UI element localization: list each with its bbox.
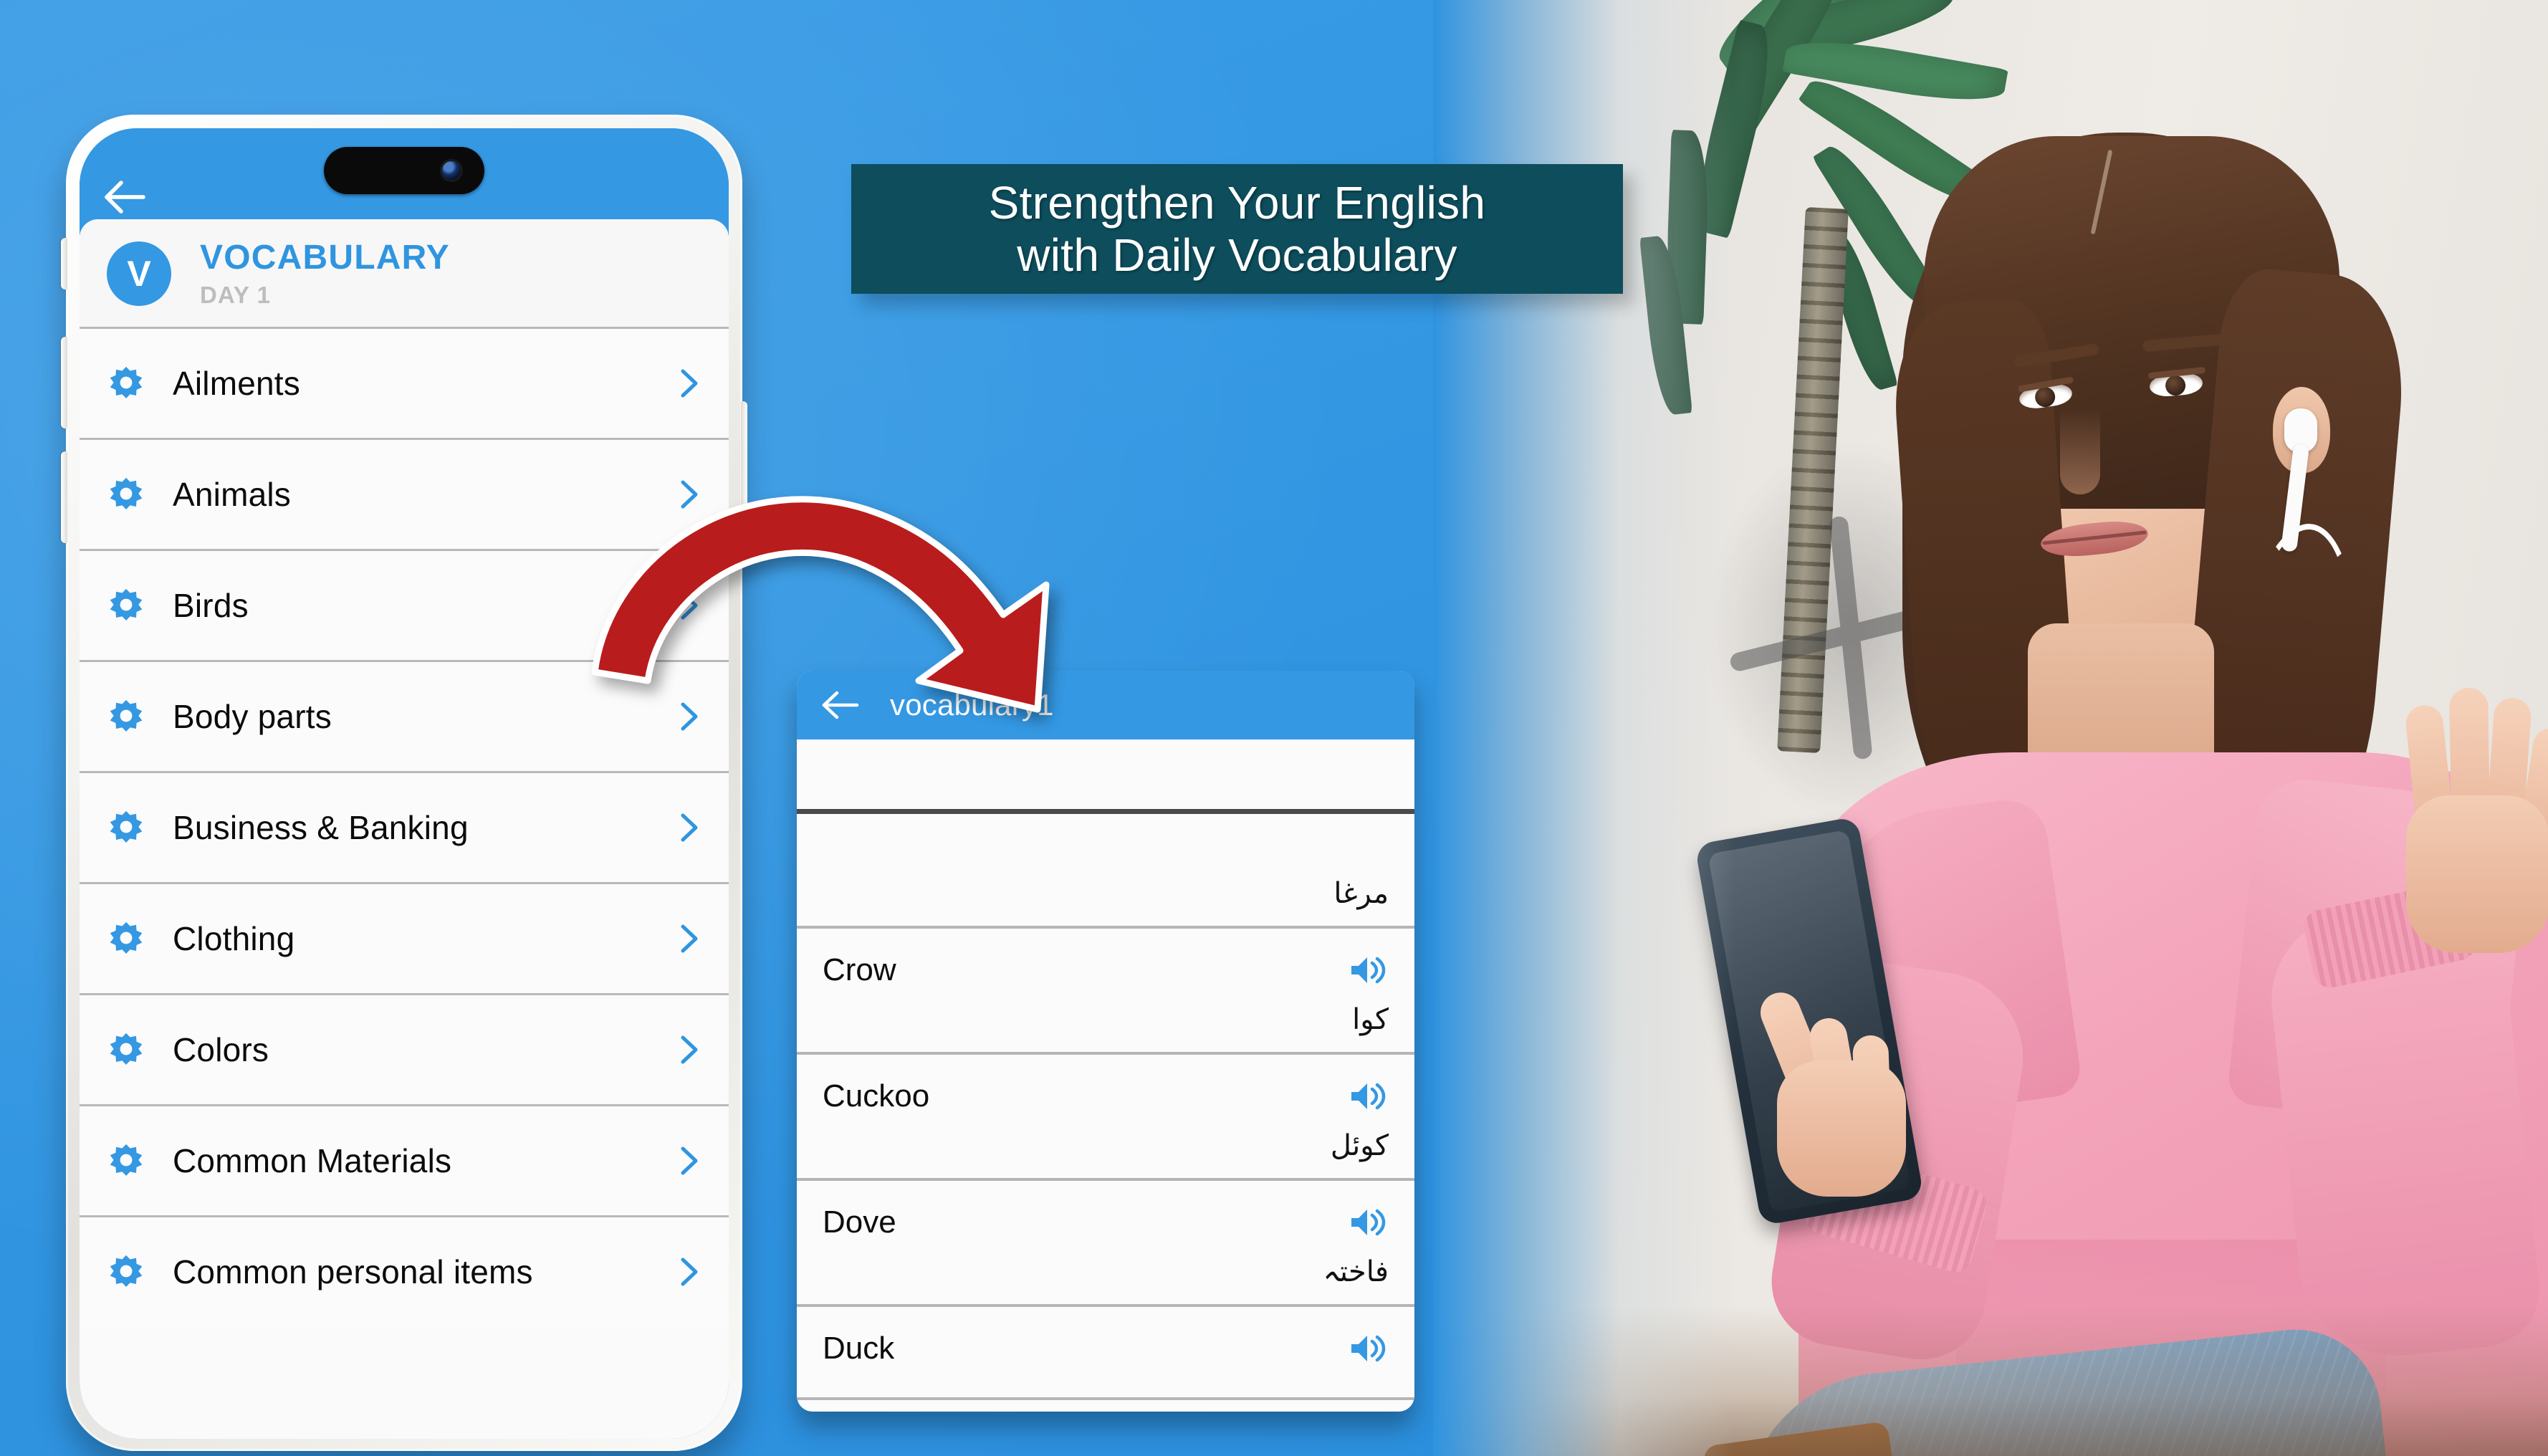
category-label: Animals: [173, 476, 292, 513]
speaker-icon[interactable]: [1349, 1079, 1389, 1113]
person: [1694, 122, 2548, 1456]
category-label: Common Materials: [173, 1142, 452, 1179]
detail-screen-card: vocabulary1 مرغا Crow کوا Cuckoo کوئل Dove فاخ…: [797, 671, 1414, 1412]
word-row[interactable]: مرغا: [797, 814, 1414, 929]
silent-switch-button[interactable]: [61, 238, 67, 289]
word-urdu: فاختہ: [1323, 1255, 1389, 1288]
word-english: Dove: [823, 1204, 896, 1240]
category-row[interactable]: Ailments: [80, 327, 729, 438]
app-content-card: V VOCABULARY DAY 1 Ailments Animals Birds B…: [80, 219, 729, 1439]
detail-divider: [797, 809, 1414, 814]
page-title: VOCABULARY: [200, 239, 450, 277]
category-label: Body parts: [173, 698, 332, 735]
gear-icon: [110, 1255, 143, 1288]
front-camera-icon: [440, 159, 463, 182]
gear-icon: [110, 478, 143, 511]
word-row-top: Crow: [823, 950, 1389, 990]
volume-up-button[interactable]: [61, 337, 67, 428]
dynamic-island: [324, 147, 484, 194]
promo-stage: Strengthen Your English with Daily Vocab…: [0, 0, 2548, 1456]
headline-banner: Strengthen Your English with Daily Vocab…: [851, 164, 1623, 294]
word-row-top: [823, 824, 1389, 864]
word-row[interactable]: Cuckoo کوئل: [797, 1055, 1414, 1181]
chevron-right-icon[interactable]: [677, 590, 701, 621]
back-arrow-icon[interactable]: [103, 180, 146, 214]
category-row[interactable]: Business & Banking: [80, 771, 729, 882]
chevron-right-icon[interactable]: [677, 479, 701, 510]
word-row[interactable]: Duck: [797, 1307, 1414, 1400]
gear-icon: [110, 700, 143, 733]
page-subtitle: DAY 1: [200, 282, 272, 308]
word-urdu: مرغا: [1333, 877, 1389, 910]
speaker-icon[interactable]: [1349, 1205, 1389, 1240]
detail-app-bar: vocabulary1: [797, 671, 1414, 739]
gear-icon: [110, 367, 143, 400]
chevron-right-icon[interactable]: [677, 1034, 701, 1065]
word-english: Crow: [823, 952, 896, 987]
phone-screen: V VOCABULARY DAY 1 Ailments Animals Birds B…: [80, 128, 729, 1439]
category-row[interactable]: Common Materials: [80, 1104, 729, 1215]
category-label: Clothing: [173, 920, 295, 957]
word-row-top: Duck: [823, 1328, 1389, 1369]
speaker-icon[interactable]: [1349, 953, 1389, 987]
category-label: Birds: [173, 587, 249, 624]
word-urdu: کوئل: [1330, 1129, 1389, 1162]
app-header: V VOCABULARY DAY 1: [80, 219, 729, 327]
headline-line-1: Strengthen Your English: [988, 176, 1486, 229]
word-urdu: کوا: [1352, 1003, 1389, 1036]
chevron-right-icon[interactable]: [677, 812, 701, 843]
word-list: مرغا Crow کوا Cuckoo کوئل Dove فاختہ Duck: [797, 814, 1414, 1400]
speaker-icon[interactable]: [1349, 1331, 1389, 1366]
gear-icon: [110, 1144, 143, 1177]
gear-icon: [110, 811, 143, 844]
category-row[interactable]: Colors: [80, 993, 729, 1104]
category-row[interactable]: Common personal items: [80, 1215, 729, 1326]
power-button[interactable]: [741, 401, 747, 537]
headline-line-2: with Daily Vocabulary: [1017, 229, 1457, 281]
category-label: Ailments: [173, 365, 300, 402]
category-row[interactable]: Animals: [80, 438, 729, 549]
category-label: Business & Banking: [173, 809, 469, 846]
word-row[interactable]: Dove فاختہ: [797, 1181, 1414, 1307]
chevron-right-icon[interactable]: [677, 1256, 701, 1288]
waving-hand: [2386, 681, 2548, 953]
detail-top-spacer: [797, 739, 1414, 809]
phone-mockup: V VOCABULARY DAY 1 Ailments Animals Birds B…: [61, 115, 747, 1451]
category-row[interactable]: Body parts: [80, 660, 729, 771]
word-english: Cuckoo: [823, 1078, 930, 1113]
gear-icon: [110, 589, 143, 622]
category-list: Ailments Animals Birds Body parts Business &…: [80, 327, 729, 1326]
chevron-right-icon[interactable]: [677, 368, 701, 399]
gear-icon: [110, 1033, 143, 1066]
chevron-right-icon[interactable]: [677, 1145, 701, 1177]
chevron-right-icon[interactable]: [677, 923, 701, 954]
detail-title: vocabulary1: [890, 688, 1054, 722]
volume-down-button[interactable]: [61, 451, 67, 543]
chevron-right-icon[interactable]: [677, 701, 701, 732]
gear-icon: [110, 922, 143, 955]
word-english: Duck: [823, 1331, 895, 1366]
category-label: Common personal items: [173, 1253, 533, 1290]
category-row[interactable]: Birds: [80, 549, 729, 660]
word-row-top: Cuckoo: [823, 1076, 1389, 1116]
back-arrow-icon[interactable]: [821, 690, 860, 720]
word-row[interactable]: Crow کوا: [797, 929, 1414, 1055]
category-row[interactable]: Clothing: [80, 882, 729, 993]
avatar: V: [107, 241, 171, 306]
speaker-icon-placeholder: [1349, 827, 1389, 861]
category-label: Colors: [173, 1031, 269, 1068]
word-row-top: Dove: [823, 1202, 1389, 1242]
hand-holding-phone: [1754, 881, 1942, 1197]
